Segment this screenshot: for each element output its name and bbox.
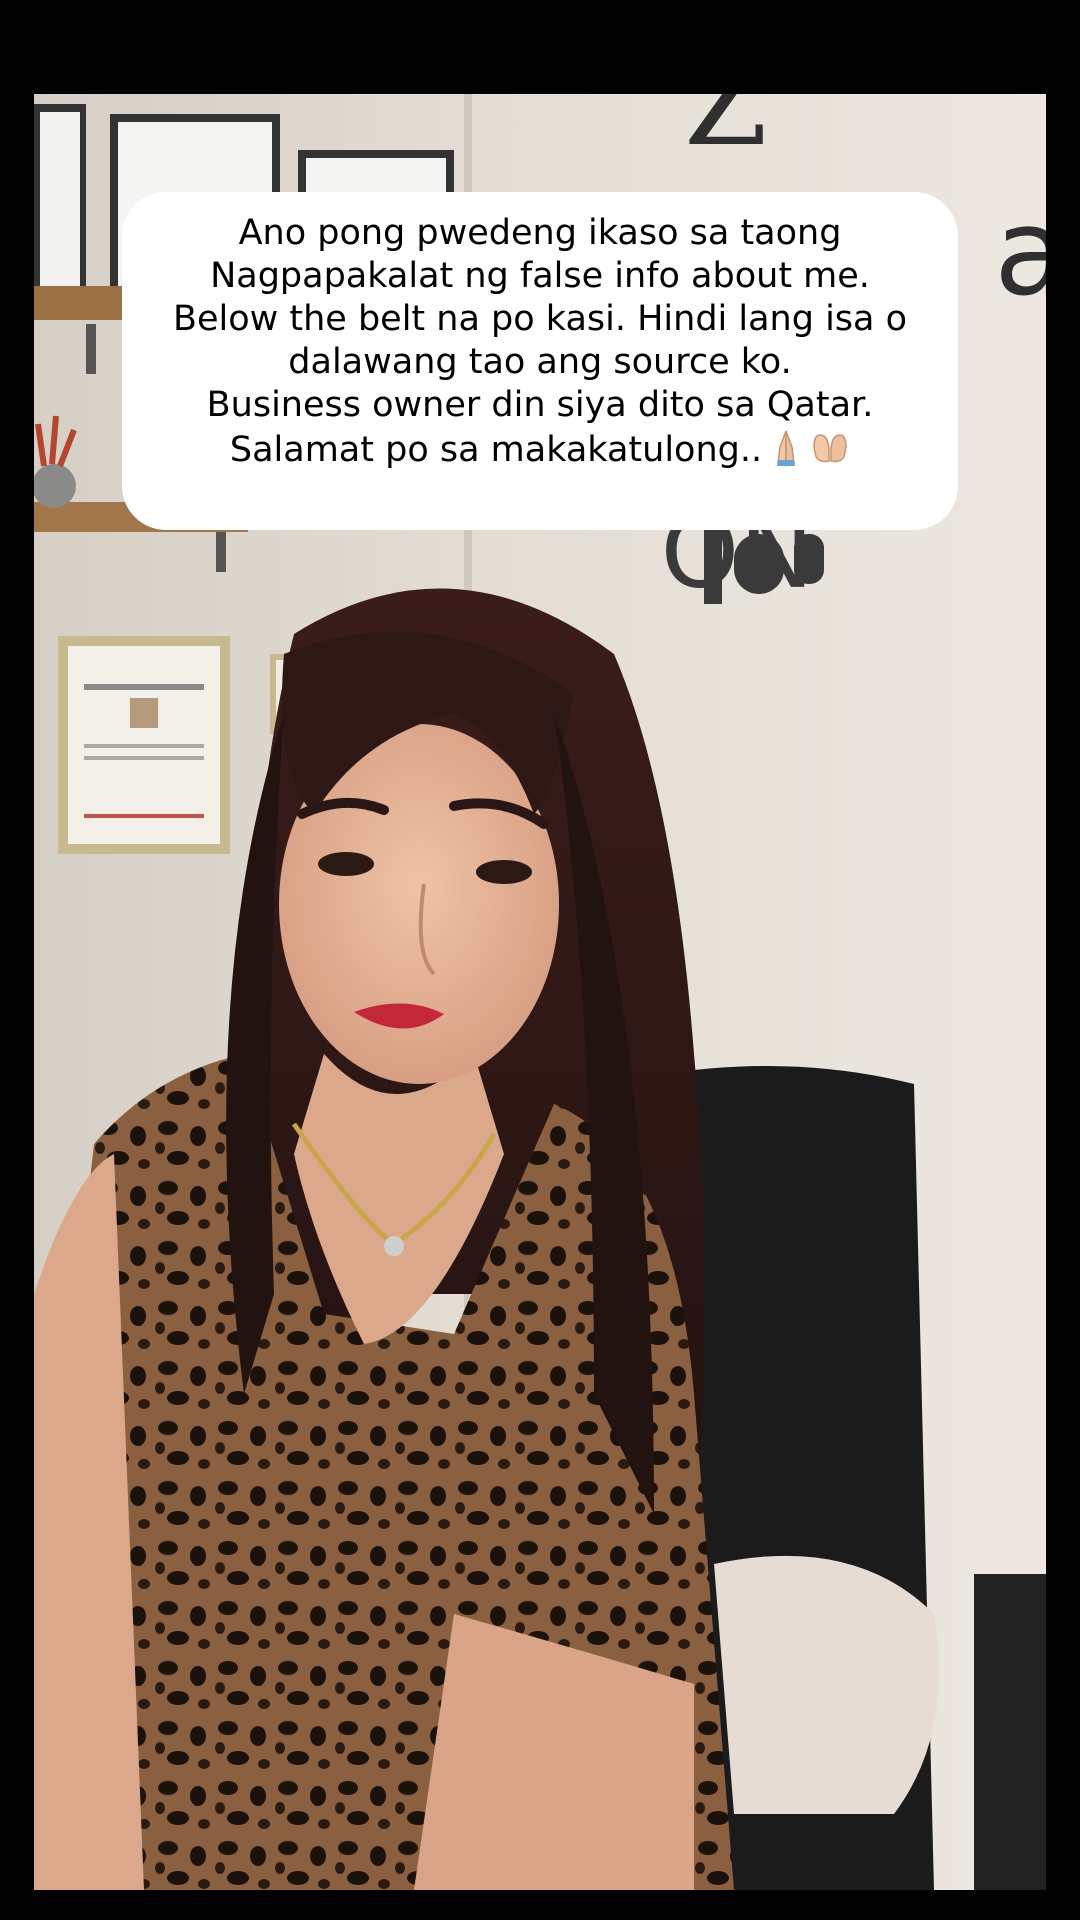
cushion bbox=[714, 1555, 939, 1814]
caption-bubble: Ano pong pwedeng ikaso sa taong Nagpapak… bbox=[122, 192, 958, 530]
plant-pot bbox=[34, 464, 76, 508]
svg-text:Z: Z bbox=[684, 94, 767, 173]
caption-line: Ano pong pwedeng ikaso sa taong bbox=[238, 213, 842, 253]
stool bbox=[974, 1574, 1046, 1890]
video-screen: Z a NO bbox=[0, 0, 1080, 1920]
caption-line: dalawang tao ang source ko. bbox=[288, 342, 792, 382]
palms-up-icon bbox=[810, 427, 850, 478]
caption-line: Nagpapakalat ng false info about me. bbox=[210, 256, 870, 296]
eye bbox=[318, 852, 374, 876]
caption-text: Salamat po sa makakatulong.. bbox=[229, 430, 763, 470]
caption-line: Below the belt na po kasi. Hindi lang is… bbox=[172, 299, 908, 339]
folded-hands-icon bbox=[766, 427, 806, 478]
eye bbox=[476, 860, 532, 884]
caption-last-line: Salamat po sa makakatulong.. bbox=[140, 427, 940, 478]
svg-text:a: a bbox=[994, 184, 1046, 323]
caption-line: Business owner din siya dito sa Qatar. bbox=[206, 385, 874, 425]
